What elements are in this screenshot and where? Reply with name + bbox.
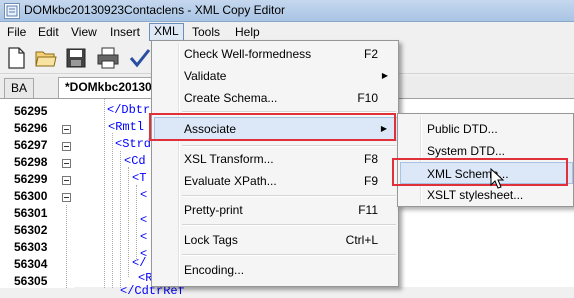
menu-item-create-schema[interactable]: Create Schema... F10: [154, 87, 398, 109]
code-line: <Rmtl: [108, 120, 145, 134]
line-number: 56304: [14, 257, 48, 271]
menu-insert[interactable]: Insert: [106, 24, 144, 40]
menu-item-lock-tags[interactable]: Lock Tags Ctrl+L: [154, 229, 398, 251]
check-icon[interactable]: [128, 46, 152, 70]
xml-dropdown-menu: Check Well-formedness F2 Validate ▶ Crea…: [151, 40, 399, 287]
code-line: <: [140, 213, 148, 227]
fold-toggle-icon[interactable]: [62, 125, 71, 134]
line-number: 56297: [14, 138, 48, 152]
menu-item-xsl-transform[interactable]: XSL Transform... F8: [154, 148, 398, 170]
line-number: 56298: [14, 155, 48, 169]
fold-toggle-icon[interactable]: [62, 159, 71, 168]
line-number: 56302: [14, 223, 48, 237]
line-number: 56299: [14, 172, 48, 186]
fold-toggle-icon[interactable]: [62, 193, 71, 202]
line-number: 56300: [14, 189, 48, 203]
code-line: <Strd: [115, 137, 152, 151]
indent-guide: [136, 185, 137, 261]
code-line: <Cd: [124, 154, 146, 168]
line-number: 56296: [14, 121, 48, 135]
menu-separator: [182, 224, 396, 226]
indent-guide: [128, 167, 129, 277]
menu-separator: [182, 145, 396, 147]
code-line: </Dbtr: [107, 103, 151, 117]
highlight-box-xml-schema: [392, 158, 568, 186]
code-line: <: [140, 230, 148, 244]
save-icon[interactable]: [64, 46, 88, 70]
open-folder-icon[interactable]: [34, 46, 58, 70]
fold-toggle-icon[interactable]: [62, 142, 71, 151]
menu-view[interactable]: View: [67, 24, 101, 40]
submenu-item-public-dtd[interactable]: Public DTD...: [400, 118, 573, 140]
title-bar: DOMkbc20130923Contaclens - XML Copy Edit…: [0, 0, 574, 22]
menu-item-pretty-print[interactable]: Pretty-print F11: [154, 199, 398, 221]
line-gutter: 56295 56296 56297 56298 56299 56300 5630…: [0, 99, 74, 288]
code-line: <T: [132, 171, 147, 185]
menu-item-validate[interactable]: Validate ▶: [154, 65, 398, 87]
app-icon: [4, 3, 20, 19]
line-number: 56305: [14, 274, 48, 288]
menu-xml[interactable]: XML: [149, 23, 184, 41]
submenu-item-xslt-stylesheet[interactable]: XSLT stylesheet...: [400, 184, 573, 206]
menu-help[interactable]: Help: [231, 24, 264, 40]
line-number: 56301: [14, 206, 48, 220]
new-file-icon[interactable]: [4, 46, 28, 70]
indent-guide: [120, 151, 121, 288]
tab-ba[interactable]: BA: [4, 78, 35, 98]
code-line: <: [140, 188, 148, 202]
code-line: </: [132, 256, 147, 270]
window-title: DOMkbc20130923Contaclens - XML Copy Edit…: [24, 3, 286, 17]
line-number: 56303: [14, 240, 48, 254]
indent-guide: [112, 133, 113, 288]
menu-file[interactable]: File: [3, 24, 30, 40]
menu-tools[interactable]: Tools: [188, 24, 224, 40]
menu-bar: File Edit View Insert XML Tools Help: [0, 22, 574, 42]
highlight-box-associate: [149, 113, 396, 141]
mouse-pointer-icon: [490, 167, 506, 190]
print-icon[interactable]: [96, 46, 120, 70]
menu-edit[interactable]: Edit: [34, 24, 63, 40]
menu-item-check-well-formedness[interactable]: Check Well-formedness F2: [154, 43, 398, 65]
line-number: 56295: [14, 104, 48, 118]
menu-item-encoding[interactable]: Encoding...: [154, 259, 398, 281]
tab-domkbc[interactable]: *DOMkbc20130: [58, 77, 159, 99]
submenu-arrow-icon: ▶: [381, 71, 388, 80]
menu-separator: [182, 254, 396, 256]
menu-item-evaluate-xpath[interactable]: Evaluate XPath... F9: [154, 170, 398, 192]
fold-guide: [66, 205, 67, 288]
indent-guide: [104, 99, 105, 288]
fold-toggle-icon[interactable]: [62, 176, 71, 185]
menu-separator: [182, 195, 396, 197]
